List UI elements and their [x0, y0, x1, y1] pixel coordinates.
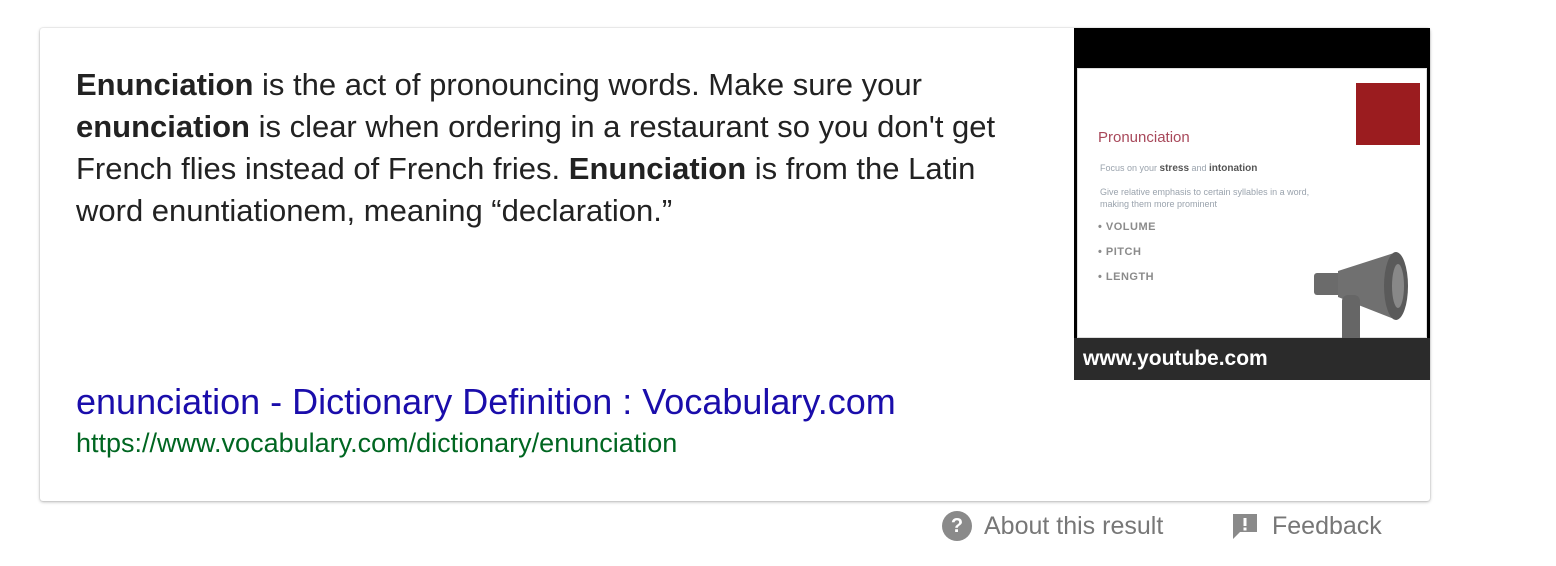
slide-bullet-1-pre: Focus on your [1100, 163, 1160, 173]
slide-bullet-2-cont: making them more prominent [1100, 199, 1218, 209]
slide-bullet-1-intonation: intonation [1209, 163, 1258, 174]
video-thumbnail[interactable]: Pronunciation Focus on your stress and i… [1074, 28, 1430, 380]
slide-bullet-1-stress: stress [1159, 163, 1189, 174]
slide-bullet-2: Give relative emphasis to certain syllab… [1100, 187, 1310, 197]
thumbnail-top-bar [1074, 28, 1430, 68]
result-url: https://www.vocabulary.com/dictionary/en… [76, 428, 678, 458]
megaphone-icon [1314, 252, 1408, 345]
slide-item-pitch: • PITCH [1098, 246, 1142, 258]
feedback-icon [1233, 514, 1257, 539]
thumbnail-caption: www.youtube.com [1074, 338, 1430, 380]
snippet-part-2: enunciation [76, 109, 250, 144]
slide-bullet-1-mid: and [1189, 163, 1210, 173]
snippet-part-4: Enunciation [568, 151, 747, 186]
slide-title: Pronunciation [1098, 129, 1190, 146]
feedback-link[interactable]: Feedback [1230, 508, 1382, 544]
result-title-link[interactable]: enunciation - Dictionary Definition : Vo… [76, 380, 896, 424]
featured-snippet-card: Enunciation is the act of pronouncing wo… [40, 28, 1430, 501]
slide-bullet-1: Focus on your stress and intonation [1100, 163, 1257, 174]
slide-red-square [1356, 83, 1420, 145]
slide-item-volume: • VOLUME [1098, 221, 1156, 233]
about-this-result-link[interactable]: ? About this result [942, 508, 1163, 544]
snippet-text: Enunciation is the act of pronouncing wo… [76, 64, 1026, 232]
snippet-part-1: is the act of pronouncing words. Make su… [253, 67, 922, 102]
snippet-part-0: Enunciation [76, 67, 254, 102]
thumbnail-slide: Pronunciation Focus on your stress and i… [1077, 68, 1427, 345]
slide-item-length: • LENGTH [1098, 271, 1155, 283]
help-circle-icon: ? [942, 511, 972, 541]
about-this-result-label: About this result [984, 511, 1164, 540]
feedback-label: Feedback [1272, 511, 1382, 540]
